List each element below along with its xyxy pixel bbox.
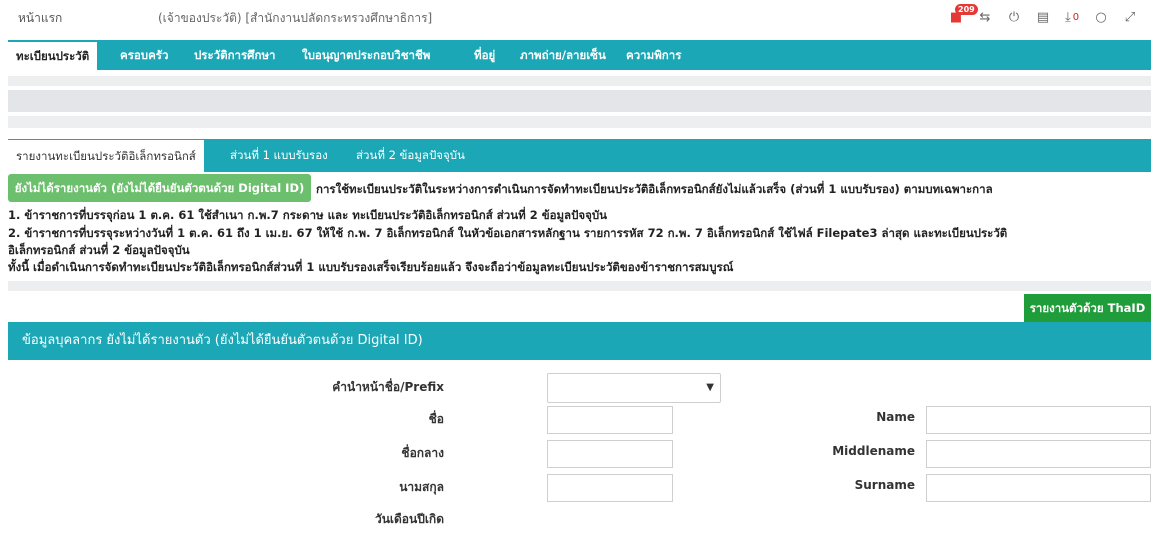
tab-profile[interactable]: ทะเบียนประวัติ [8,40,98,70]
download-button[interactable]: ⤓ 0 [1059,6,1085,28]
notification-button[interactable]: ■ 209 [943,4,978,28]
middle-name-en-input[interactable] [926,440,1151,468]
tab-family[interactable]: ครอบครัว [112,40,176,70]
tab-address[interactable]: ที่อยู่ [466,40,503,70]
divider-band [8,116,1151,128]
panel-header: ข้อมูลบุคลากร ยังไม่ได้รายงานตัว (ยังไม่… [8,322,1151,360]
download-icon: ⤓ [1064,9,1071,25]
power-icon: ⏻ [1008,9,1020,25]
notice-line-2: 2. ข้าราชการที่บรรจุระหว่างวันที่ 1 ต.ค.… [8,226,1008,240]
power-button[interactable]: ⏻ [1001,6,1027,28]
panel-title: ข้อมูลบุคลากร ยังไม่ได้รายงานตัว (ยังไม่… [22,333,423,348]
home-link[interactable]: หน้าแรก [18,9,62,28]
prefix-label: คำนำหน้าชื่อ/Prefix [332,380,444,394]
top-bar: หน้าแรก (เจ้าของประวัติ) [สำนักงานปลัดกร… [0,0,1151,34]
download-count: 0 [1072,11,1080,23]
surname-th-input[interactable] [547,474,673,502]
notice-line-4: ทั้งนี้ เมื่อดำเนินการจัดทำทะเบียนประวัต… [8,260,734,274]
tab-education[interactable]: ประวัติการศึกษา [186,40,283,70]
tab-photo-signature[interactable]: ภาพถ่าย/ลายเซ็น [512,40,614,70]
prefix-select[interactable]: ▼ [547,373,721,403]
sub-tabs: รายงานทะเบียนประวัติอิเล็กทรอนิกส์ ส่วนท… [8,139,1151,172]
middle-name-th-input[interactable] [547,440,673,468]
fullscreen-button[interactable]: ⤢ [1117,6,1143,28]
chat-button[interactable]: ○ [1088,6,1114,28]
surname-th-label: นามสกุล [399,480,444,494]
tab-part1-certificate[interactable]: ส่วนที่ 1 แบบรับรอง [222,139,336,172]
notice-text: การใช้ทะเบียนประวัติในระหว่างการดำเนินกา… [316,182,993,196]
divider-band [8,76,1151,86]
surname-en-input[interactable] [926,474,1151,502]
top-icons: ■ 209 ⇆ ⏻ ▤ ⤓ 0 ○ ⤢ [940,4,1143,30]
info-band [8,90,1151,112]
surname-en-label: Surname [854,478,915,492]
birthdate-label: วันเดือนปีเกิด [374,512,444,526]
exchange-icon: ⇆ [979,9,991,25]
tab-e-registry-report[interactable]: รายงานทะเบียนประวัติอิเล็กทรอนิกส์ [8,140,204,172]
first-name-en-label: Name [876,410,915,424]
middle-name-en-label: Middlename [832,444,915,458]
owner-label: (เจ้าของประวัติ) [สำนักงานปลัดกระทรวงศึก… [158,11,433,25]
book-icon: ▤ [1036,9,1050,25]
tab-disability[interactable]: ความพิการ [618,40,689,70]
chat-icon: ○ [1095,9,1107,25]
first-name-en-input[interactable] [926,406,1151,434]
first-name-th-label: ชื่อ [428,412,444,426]
tab-license[interactable]: ใบอนุญาตประกอบวิชาชีพ [294,40,438,70]
status-badge[interactable]: ยังไม่ได้รายงานตัว (ยังไม่ได้ยืนยันตัวตน… [8,174,311,202]
tab-part2-current-data[interactable]: ส่วนที่ 2 ข้อมูลปัจจุบัน [348,139,473,172]
chevron-down-icon: ▼ [706,382,714,393]
divider-band [8,281,1151,291]
main-tabs: ทะเบียนประวัติ ครอบครัว ประวัติการศึกษา … [8,40,1151,70]
switch-button[interactable]: ⇆ [972,6,998,28]
first-name-th-input[interactable] [547,406,673,434]
expand-icon: ⤢ [1124,9,1136,25]
middle-name-th-label: ชื่อกลาง [401,446,444,460]
manual-button[interactable]: ▤ [1030,6,1056,28]
thaid-report-button[interactable]: รายงานตัวด้วย ThaID [1024,294,1151,322]
notice-line-1: 1. ข้าราชการที่บรรจุก่อน 1 ต.ค. 61 ใช้สำ… [8,208,608,222]
notice-line-3: อิเล็กทรอนิกส์ ส่วนที่ 2 ข้อมูลปัจจุบัน [8,243,190,257]
